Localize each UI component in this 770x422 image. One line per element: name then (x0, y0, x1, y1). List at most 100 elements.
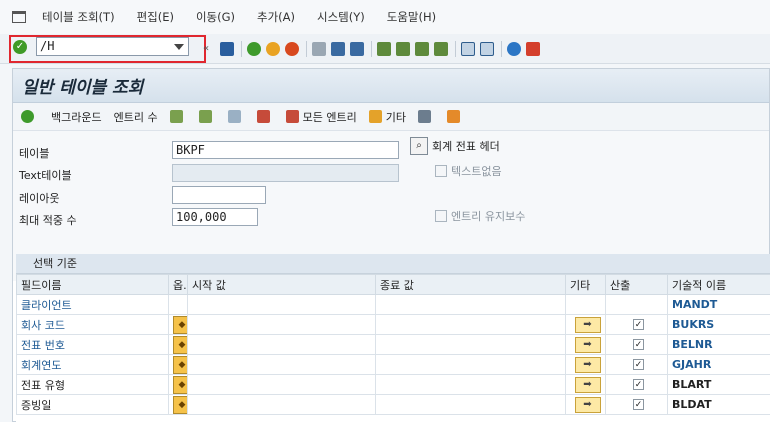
technical-name-cell: BLDAT (667, 394, 770, 415)
selection-option-icon[interactable]: ◆ (173, 395, 187, 414)
other-button[interactable]: 기타 (368, 109, 406, 125)
layout-input[interactable] (172, 186, 266, 204)
max-hits-input[interactable]: 100,000 (172, 208, 258, 226)
output-cell: ✓ (605, 394, 668, 415)
selection-option-icon[interactable]: ◆ (173, 375, 187, 394)
menu-system[interactable]: 시스템(Y) (317, 9, 365, 25)
menu-edit[interactable]: 편집(E) (137, 9, 174, 25)
find-next-icon[interactable] (350, 42, 364, 56)
multiple-selection-button[interactable]: ➡ (574, 396, 601, 413)
entry-count-button[interactable]: 엔트리 수 (114, 109, 158, 125)
help-icon[interactable] (507, 42, 521, 56)
chevron-down-icon[interactable] (174, 44, 184, 50)
layout-button[interactable] (417, 110, 435, 123)
end-value-cell[interactable] (375, 374, 566, 395)
all-entries-icon (285, 110, 299, 123)
start-value-cell[interactable] (187, 374, 376, 395)
shortcut-icon[interactable] (480, 42, 494, 56)
field-name-cell: 클라이언트 (16, 294, 169, 315)
output-checkbox[interactable]: ✓ (633, 399, 644, 410)
output-checkbox[interactable]: ✓ (633, 379, 644, 390)
technical-name-cell: BUKRS (667, 314, 770, 335)
start-value-cell[interactable] (187, 334, 376, 355)
next-page-icon[interactable] (415, 42, 429, 56)
selection-option-icon[interactable]: ◆ (173, 355, 187, 374)
end-value-cell[interactable] (375, 334, 566, 355)
max-hits-label: 최대 적중 수 (19, 214, 77, 227)
multiple-selection-button[interactable]: ➡ (574, 356, 601, 373)
option-cell[interactable]: ◆ (168, 374, 188, 395)
background-label: 백그라운드 (51, 110, 102, 124)
option-cell[interactable]: ◆ (168, 334, 188, 355)
enter-check-icon[interactable]: ✓ (13, 40, 27, 54)
deselect-icon (227, 110, 241, 123)
toolbar-separator (241, 41, 242, 57)
menu-help[interactable]: 도움말(H) (387, 9, 436, 25)
selection-options-button[interactable] (256, 110, 274, 123)
start-value-cell[interactable] (187, 354, 376, 375)
end-value-cell[interactable] (375, 354, 566, 375)
end-value-cell[interactable] (375, 394, 566, 415)
field-name-cell: 전표 유형 (16, 374, 169, 395)
table-row: 회사 코드 ◆ ➡ ✓ BUKRS (16, 314, 770, 335)
standard-toolbar: ✓ /H « (0, 34, 770, 64)
table-row: 전표 번호 ◆ ➡ ✓ BELNR (16, 334, 770, 355)
multiple-selection-button[interactable]: ➡ (574, 316, 601, 333)
table-row: 클라이언트 MANDT (16, 294, 770, 315)
execute-button[interactable] (21, 110, 39, 123)
last-page-icon[interactable] (434, 42, 448, 56)
command-field[interactable]: /H (36, 37, 189, 56)
end-value-cell (375, 294, 566, 315)
accounting-header-label: 회계 전표 헤더 (432, 140, 500, 153)
end-value-cell[interactable] (375, 314, 566, 335)
exit-icon[interactable] (266, 42, 280, 56)
first-page-icon[interactable] (377, 42, 391, 56)
collapse-icon[interactable]: « (203, 43, 209, 54)
criteria-table: 필드이름 옵. 시작 값 종료 값 기타 산출 기술적 이름 클라이언트 MAND… (16, 274, 770, 415)
menu-extras[interactable]: 추가(A) (257, 9, 295, 25)
window-menu-icon[interactable] (12, 11, 26, 23)
table-input[interactable]: BKPF (172, 141, 399, 159)
other-cell (565, 294, 606, 315)
deselect-button[interactable] (227, 110, 245, 123)
all-entries-button[interactable]: 모든 엔트리 (285, 109, 357, 125)
find-icon[interactable] (331, 42, 345, 56)
save-icon[interactable] (220, 42, 234, 56)
option-cell (168, 294, 188, 315)
col-other: 기타 (565, 274, 606, 295)
output-cell: ✓ (605, 354, 668, 375)
select-all-button[interactable] (169, 110, 187, 123)
col-option: 옵. (168, 274, 188, 295)
col-end-value: 종료 값 (375, 274, 566, 295)
selection-option-icon[interactable]: ◆ (173, 315, 187, 334)
other-label: 기타 (385, 110, 406, 124)
export-button[interactable] (446, 110, 464, 123)
menu-table-view[interactable]: 테이블 조회(T) (42, 9, 115, 25)
maintain-entries-checkbox (435, 210, 447, 222)
select-block-button[interactable] (198, 110, 216, 123)
start-value-cell[interactable] (187, 394, 376, 415)
multiple-selection-button[interactable]: ➡ (574, 376, 601, 393)
settings-icon[interactable] (526, 42, 540, 56)
back-icon[interactable] (247, 42, 261, 56)
option-cell[interactable]: ◆ (168, 394, 188, 415)
print-icon[interactable] (312, 42, 326, 56)
selection-option-icon[interactable]: ◆ (173, 335, 187, 354)
multiple-selection-button[interactable]: ➡ (574, 336, 601, 353)
field-name-cell: 회계연도 (16, 354, 169, 375)
toolbar-icons (220, 41, 545, 57)
menu-goto[interactable]: 이동(G) (196, 9, 235, 25)
cancel-icon[interactable] (285, 42, 299, 56)
start-value-cell[interactable] (187, 314, 376, 335)
toolbar-separator (455, 41, 456, 57)
output-checkbox[interactable]: ✓ (633, 319, 644, 330)
output-checkbox[interactable]: ✓ (633, 359, 644, 370)
prev-page-icon[interactable] (396, 42, 410, 56)
output-checkbox[interactable]: ✓ (633, 339, 644, 350)
option-cell[interactable]: ◆ (168, 314, 188, 335)
option-cell[interactable]: ◆ (168, 354, 188, 375)
background-button[interactable]: 백그라운드 (51, 109, 102, 125)
new-session-icon[interactable] (461, 42, 475, 56)
accounting-header-button[interactable]: ⌕ 회계 전표 헤더 (410, 137, 500, 155)
table-label: 테이블 (19, 147, 50, 160)
